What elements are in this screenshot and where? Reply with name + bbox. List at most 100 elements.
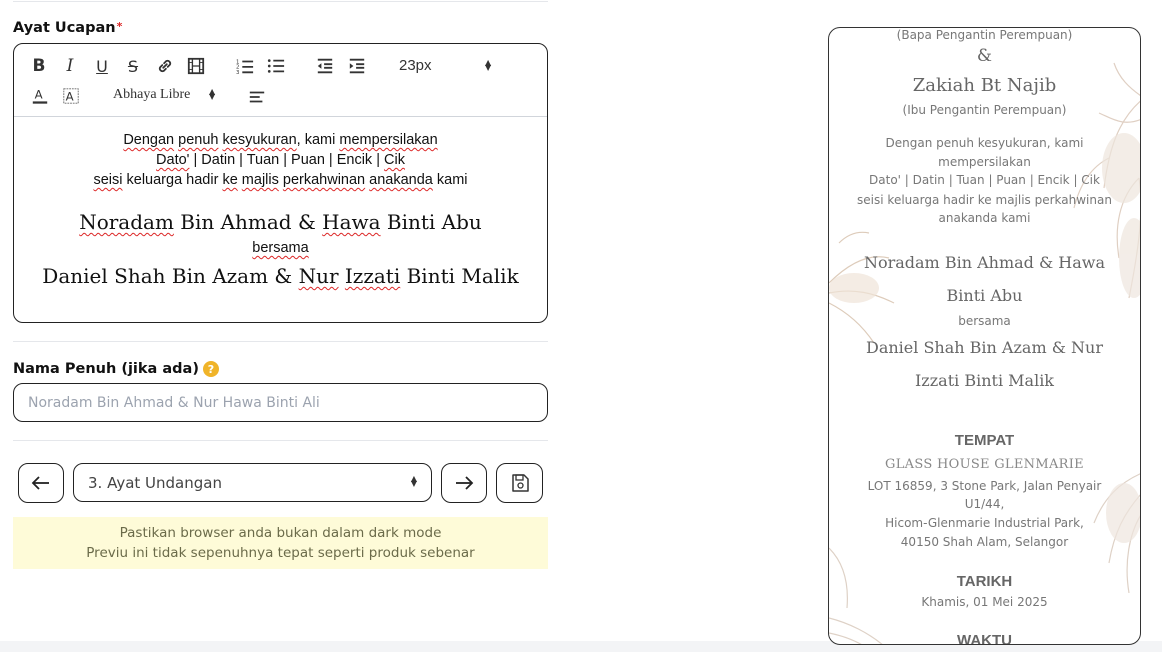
greeting-line-3: Dato' | Datin | Tuan | Puan | Encik | Ci… <box>869 173 1100 187</box>
full-name-placeholder: Noradam Bin Ahmad & Nur Hawa Binti Ali <box>28 394 320 411</box>
ayat-ucapan-label-text: Ayat Ucapan <box>13 20 116 36</box>
greeting-line-2: mempersilakan <box>938 155 1031 169</box>
editor-toolbar: B I U S 123 23px ▲ ▼ A A Abhaya Libre ▲ … <box>14 44 547 117</box>
word: keluarga hadir <box>122 172 223 188</box>
rich-text-editor: B I U S 123 23px ▲ ▼ A A Abhaya Libre ▲ … <box>13 43 548 323</box>
mother-role: (Ibu Pengantin Perempuan) <box>902 103 1067 117</box>
address-line-1: LOT 16859, 3 Stone Park, Jalan Penyair <box>867 479 1102 493</box>
address-line-2: U1/44, <box>964 497 1005 511</box>
word: Bin Ahmad & <box>173 210 323 234</box>
underline-icon[interactable]: U <box>92 56 112 76</box>
word: Noradam <box>79 210 174 234</box>
editor-line-3: seisi keluarga hadir ke majlis perkahwin… <box>14 170 547 190</box>
page: Ayat Ucapan* B I U S 123 23px ▲ ▼ A A Ab… <box>0 0 1162 652</box>
next-button[interactable] <box>441 463 487 503</box>
full-name-input[interactable]: Noradam Bin Ahmad & Nur Hawa Binti Ali <box>13 383 548 422</box>
word: , kami <box>296 132 336 148</box>
editor-line-1: Dengan penuh kesyukuran, kami mempersila… <box>14 130 547 150</box>
strikethrough-icon[interactable]: S <box>123 56 143 76</box>
divider-bottom <box>13 440 548 441</box>
venue-heading: TEMPAT <box>954 432 1015 449</box>
mother-name: Zakiah Bt Najib <box>912 75 1057 96</box>
greeting-line-1: Dengan penuh kesyukuran, kami <box>885 136 1084 150</box>
time-heading: WAKTU <box>957 632 1012 645</box>
word: Dato' <box>156 152 190 168</box>
editor-line-2: Dato' | Datin | Tuan | Puan | Encik | Ci… <box>14 150 547 170</box>
word: Dengan <box>123 132 175 148</box>
outdent-icon[interactable] <box>315 56 335 76</box>
save-button[interactable] <box>496 463 543 503</box>
font-size-select[interactable]: 23px <box>399 57 432 74</box>
bold-icon[interactable]: B <box>29 56 49 76</box>
editor-names-line-1: Noradam Bin Ahmad & Hawa Binti Abu <box>14 208 547 236</box>
divider-top <box>13 1 548 2</box>
video-icon[interactable] <box>186 56 206 76</box>
highlight-color-icon[interactable]: A <box>61 86 81 106</box>
address-line-4: 40150 Shah Alam, Selangor <box>900 535 1069 549</box>
word: seisi <box>93 172 123 188</box>
step-chevron-icon: ▲ ▼ <box>410 474 417 488</box>
editor-bersama: bersama <box>14 238 547 258</box>
word: | Datin | Tuan | Puan | Encik | <box>189 152 384 168</box>
step-select[interactable]: 3. Ayat Undangan ▲ ▼ <box>73 463 432 502</box>
full-name-label: Nama Penuh (jika ada)? <box>13 361 219 377</box>
step-select-value: 3. Ayat Undangan <box>88 473 222 492</box>
word: anakanda <box>369 172 433 188</box>
bullet-list-icon[interactable] <box>266 56 286 76</box>
father-role: (Bapa Pengantin Perempuan) <box>896 28 1073 42</box>
back-button[interactable] <box>18 463 64 503</box>
word: kesyukuran <box>222 132 297 148</box>
couple-names-2b: Izzati Binti Malik <box>914 371 1054 390</box>
word: bersama <box>252 240 309 256</box>
divider-middle <box>13 341 548 342</box>
italic-icon[interactable]: I <box>60 56 80 76</box>
arrow-right-icon <box>456 476 474 490</box>
word: mempersilakan <box>339 132 438 148</box>
venue-name: GLASS HOUSE GLENMARIE <box>885 457 1084 472</box>
word: perkahwinan <box>282 172 366 188</box>
word: Daniel Shah Bin Azam & <box>42 264 299 288</box>
address-line-3: Hicom-Glenmarie Industrial Park, <box>885 516 1084 530</box>
word: Nur <box>298 264 339 288</box>
svg-text:A: A <box>35 88 43 102</box>
font-family-chevron-icon: ▲ ▼ <box>209 87 216 101</box>
word: Cik <box>384 152 405 168</box>
link-icon[interactable] <box>155 56 175 76</box>
word: Binti Malik <box>400 264 519 288</box>
ordered-list-icon[interactable]: 123 <box>235 56 255 76</box>
word: Hawa <box>322 210 381 234</box>
save-icon <box>511 474 529 492</box>
help-icon[interactable]: ? <box>202 361 219 377</box>
ampersand: & <box>976 46 993 66</box>
arrow-left-icon <box>31 476 49 490</box>
couple-names-2a: Daniel Shah Bin Azam & Nur <box>866 338 1103 357</box>
notice-line-1: Pastikan browser anda bukan dalam dark m… <box>119 525 442 541</box>
dark-mode-notice: Pastikan browser anda bukan dalam dark m… <box>13 517 548 569</box>
svg-text:3: 3 <box>236 70 239 75</box>
word: Binti Abu <box>380 210 482 234</box>
editor-content[interactable]: Dengan penuh kesyukuran, kami mempersila… <box>14 117 547 322</box>
word: kami <box>432 172 468 188</box>
word: Izzati <box>344 264 401 288</box>
floral-decoration-bottom-left <box>829 547 883 644</box>
indent-icon[interactable] <box>347 56 367 76</box>
invitation-preview[interactable]: (Bapa Pengantin Perempuan) & Zakiah Bt N… <box>828 27 1141 645</box>
word: majlis <box>241 172 279 188</box>
word: penuh <box>178 132 219 148</box>
date-heading: TARIKH <box>956 573 1013 590</box>
word: ke <box>222 172 238 188</box>
bersama: bersama <box>958 314 1011 328</box>
date-value: Khamis, 01 Mei 2025 <box>921 595 1048 609</box>
svg-text:A: A <box>66 90 74 104</box>
font-size-chevron-icon: ▲ ▼ <box>485 58 492 72</box>
text-color-icon[interactable]: A <box>30 86 50 106</box>
required-mark: * <box>116 20 123 33</box>
notice-line-2: Previu ini tidak sepenuhnya tepat sepert… <box>86 545 475 561</box>
font-family-select[interactable]: Abhaya Libre <box>113 87 190 103</box>
greeting-line-4: seisi keluarga hadir ke majlis perkahwin… <box>857 193 1112 207</box>
align-left-icon[interactable] <box>247 87 267 107</box>
ayat-ucapan-label: Ayat Ucapan* <box>13 20 122 36</box>
full-name-label-text: Nama Penuh (jika ada) <box>13 361 199 377</box>
editor-names-line-2: Daniel Shah Bin Azam & Nur Izzati Binti … <box>14 262 547 290</box>
couple-names-1b: Binti Abu <box>946 286 1023 305</box>
